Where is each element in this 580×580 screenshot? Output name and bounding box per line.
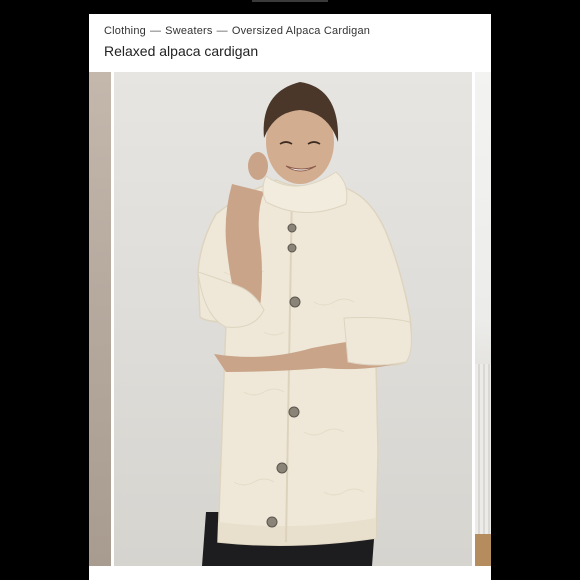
main-product-photo[interactable] — [114, 72, 472, 566]
right-sleeve — [343, 317, 412, 366]
product-title: Relaxed alpaca cardigan — [104, 43, 259, 59]
breadcrumb-separator: — — [149, 25, 162, 37]
breadcrumb-separator: — — [216, 25, 228, 37]
hand — [248, 152, 268, 180]
image-carousel[interactable] — [89, 72, 491, 566]
breadcrumb-item-clothing[interactable]: Clothing — [104, 25, 146, 37]
wooden-floor — [475, 534, 491, 566]
status-bar-notch — [252, 0, 328, 2]
breadcrumb-item-sweaters[interactable]: Sweaters — [165, 25, 212, 37]
radiator — [475, 364, 491, 534]
model-illustration — [197, 82, 413, 566]
breadcrumb-item-current[interactable]: Oversized Alpaca Cardigan — [232, 25, 370, 37]
product-page: Clothing — Sweaters — Oversized Alpaca Cardi… — [89, 14, 491, 580]
page-footer-edge — [89, 566, 491, 580]
breadcrumb: Clothing — Sweaters — Oversized Alpaca Cardi… — [104, 25, 370, 37]
previous-photo[interactable] — [89, 72, 111, 566]
